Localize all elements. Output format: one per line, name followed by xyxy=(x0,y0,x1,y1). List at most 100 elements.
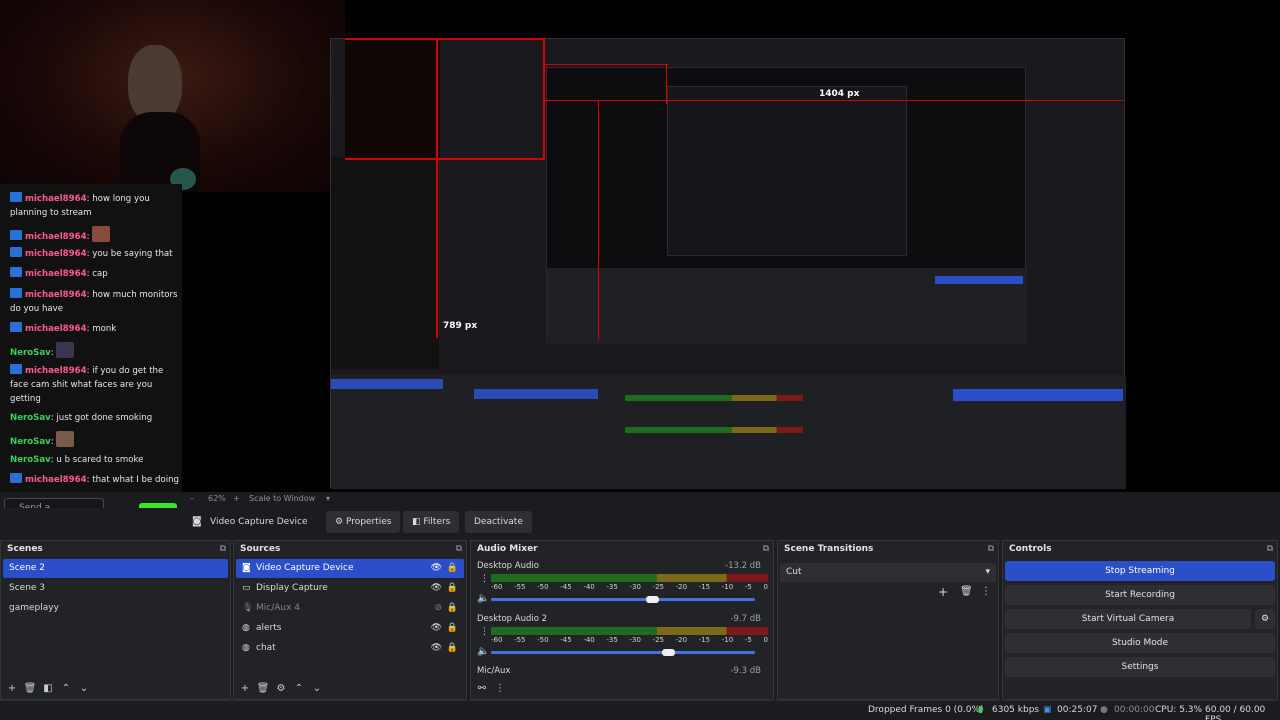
kebab-menu-icon[interactable]: ⋮ xyxy=(480,627,489,637)
chat-message: michael8964: cap xyxy=(10,267,182,281)
lock-icon[interactable]: 🔒 xyxy=(447,579,458,598)
audio-mixer-header: Audio Mixer ⧉ xyxy=(471,541,773,557)
source-item[interactable]: ◍ chat 👁 🔒 xyxy=(236,639,464,658)
transition-select[interactable]: Cut ▾ xyxy=(780,563,996,582)
guide-line xyxy=(598,100,599,340)
guide-line xyxy=(543,100,1123,101)
meter-scale: -60 -55 -50 -45 -40 -35 -30 -25 -20 -15 -10 -5 0 xyxy=(491,583,768,591)
guide-line xyxy=(543,64,668,65)
chevron-down-icon: ▾ xyxy=(985,567,990,577)
chevron-up-icon[interactable]: ⌃ xyxy=(57,683,75,694)
trash-icon[interactable]: 🗑 xyxy=(254,683,272,694)
speaker-icon[interactable]: 🔈 xyxy=(477,593,489,604)
eye-icon[interactable]: 👁 xyxy=(431,639,442,658)
chat-message: michael8964: you be saying that xyxy=(10,247,182,261)
scene-transitions-header: Scene Transitions ⧉ xyxy=(778,541,998,557)
undock-icon[interactable]: ⧉ xyxy=(988,541,994,557)
lock-icon[interactable]: 🔒 xyxy=(447,559,458,578)
lock-icon[interactable]: 🔒 xyxy=(447,599,458,618)
zoom-in-icon[interactable]: + xyxy=(233,494,240,503)
trash-icon[interactable]: 🗑 xyxy=(21,683,39,694)
kebab-menu-icon[interactable]: ⋮ xyxy=(480,574,489,584)
trash-icon[interactable]: 🗑 xyxy=(960,586,973,597)
channel-name: Desktop Audio xyxy=(477,561,539,571)
channel-db: -9.3 dB xyxy=(730,666,761,676)
zoom-out-icon[interactable]: – xyxy=(190,494,194,503)
scene-item[interactable]: Scene 2 xyxy=(3,559,228,578)
emote-icon xyxy=(56,431,75,447)
volume-slider-knob[interactable] xyxy=(662,649,675,656)
prime-badge-icon xyxy=(10,288,22,298)
guide-line xyxy=(543,38,545,158)
globe-icon: ◍ xyxy=(242,623,250,633)
gear-icon[interactable]: ⚙ xyxy=(272,683,290,694)
volume-slider[interactable] xyxy=(491,649,755,656)
start-recording-button[interactable]: Start Recording xyxy=(1005,585,1275,605)
source-item[interactable]: ▭ Display Capture 👁 🔒 xyxy=(236,579,464,598)
studio-mode-button[interactable]: Studio Mode xyxy=(1005,633,1275,653)
eye-hidden-icon[interactable]: ⊘ xyxy=(434,599,442,618)
dropped-frames: Dropped Frames 0 (0.0%) xyxy=(868,705,984,715)
volume-slider-knob[interactable] xyxy=(646,596,659,603)
channel-db: -13.2 dB xyxy=(725,561,761,571)
volume-meter xyxy=(491,574,768,582)
add-icon[interactable]: + xyxy=(3,683,21,694)
guide-line xyxy=(436,38,438,338)
guide-line xyxy=(666,64,667,104)
prime-badge-icon xyxy=(10,247,22,257)
deactivate-button[interactable]: Deactivate xyxy=(465,511,532,533)
volume-slider[interactable] xyxy=(491,596,755,603)
chat-message: NeroSav: xyxy=(10,431,182,449)
context-source-name: Video Capture Device xyxy=(210,517,308,527)
add-icon[interactable]: + xyxy=(938,585,948,599)
stop-streaming-button[interactable]: Stop Streaming xyxy=(1005,561,1275,581)
scenes-header: Scenes ⧉ xyxy=(1,541,230,557)
kebab-menu-icon[interactable]: ⋮ xyxy=(491,683,509,694)
link-icon[interactable]: ⚯ xyxy=(473,683,491,694)
eye-icon[interactable]: 👁 xyxy=(431,559,442,578)
guide-line xyxy=(345,158,545,160)
add-icon[interactable]: + xyxy=(236,683,254,694)
chevron-down-icon[interactable]: ⌄ xyxy=(75,683,93,694)
source-item[interactable]: ◍ alerts 👁 🔒 xyxy=(236,619,464,638)
undock-icon[interactable]: ⧉ xyxy=(456,541,462,557)
prime-badge-icon xyxy=(10,473,22,483)
stream-status-icon: ▣ xyxy=(1043,705,1052,715)
preview-canvas[interactable]: michael8964: how long you planning to st… xyxy=(0,0,1280,492)
filter-icon[interactable]: ◧ xyxy=(39,683,57,694)
lock-icon[interactable]: 🔒 xyxy=(447,619,458,638)
scene-item[interactable]: gameplayy xyxy=(3,599,228,618)
prime-badge-icon xyxy=(10,192,22,202)
properties-button[interactable]: ⚙ Properties xyxy=(326,511,401,533)
chevron-down-icon[interactable]: ▾ xyxy=(326,494,330,503)
camera-icon: ◙ xyxy=(192,516,202,527)
source-item[interactable]: ◙ Video Capture Device 👁 🔒 xyxy=(236,559,464,578)
mixer-toolbar: ⚯ ⋮ xyxy=(473,683,771,697)
undock-icon[interactable]: ⧉ xyxy=(1267,541,1273,557)
source-context-bar: ◙ Video Capture Device ⚙ Properties ◧ Fi… xyxy=(0,508,1280,538)
filters-button[interactable]: ◧ Filters xyxy=(403,511,460,533)
emote-icon xyxy=(92,226,111,242)
sources-dock: Sources ⧉ ◙ Video Capture Device 👁 🔒 ▭ Displ… xyxy=(233,540,467,700)
channel-name: Mic/Aux xyxy=(477,666,511,676)
kebab-menu-icon[interactable]: ⋮ xyxy=(981,586,991,597)
chevron-down-icon[interactable]: ⌄ xyxy=(308,683,326,694)
lock-icon[interactable]: 🔒 xyxy=(447,639,458,658)
eye-icon[interactable]: 👁 xyxy=(431,579,442,598)
zoom-bar: – 62% + Scale to Window ▾ xyxy=(190,492,490,507)
start-virtual-camera-button[interactable]: Start Virtual Camera xyxy=(1005,609,1251,629)
height-measure-label: 789 px xyxy=(443,321,478,331)
source-item[interactable]: 🎙 Mic/Aux 4 ⊘ 🔒 xyxy=(236,599,464,618)
undock-icon[interactable]: ⧉ xyxy=(763,541,769,557)
virtual-camera-settings-icon[interactable]: ⚙ xyxy=(1255,609,1275,629)
width-measure-label: 1404 px xyxy=(819,89,860,99)
settings-button[interactable]: Settings xyxy=(1005,657,1275,677)
eye-icon[interactable]: 👁 xyxy=(431,619,442,638)
chevron-up-icon[interactable]: ⌃ xyxy=(290,683,308,694)
zoom-percent: 62% xyxy=(208,494,226,503)
chat-message: NeroSav: u b scared to smoke xyxy=(10,455,144,465)
undock-icon[interactable]: ⧉ xyxy=(220,541,226,557)
speaker-icon[interactable]: 🔈 xyxy=(477,646,489,657)
scene-item[interactable]: Scene 3 xyxy=(3,579,228,598)
nested-obs-window xyxy=(546,67,1027,344)
